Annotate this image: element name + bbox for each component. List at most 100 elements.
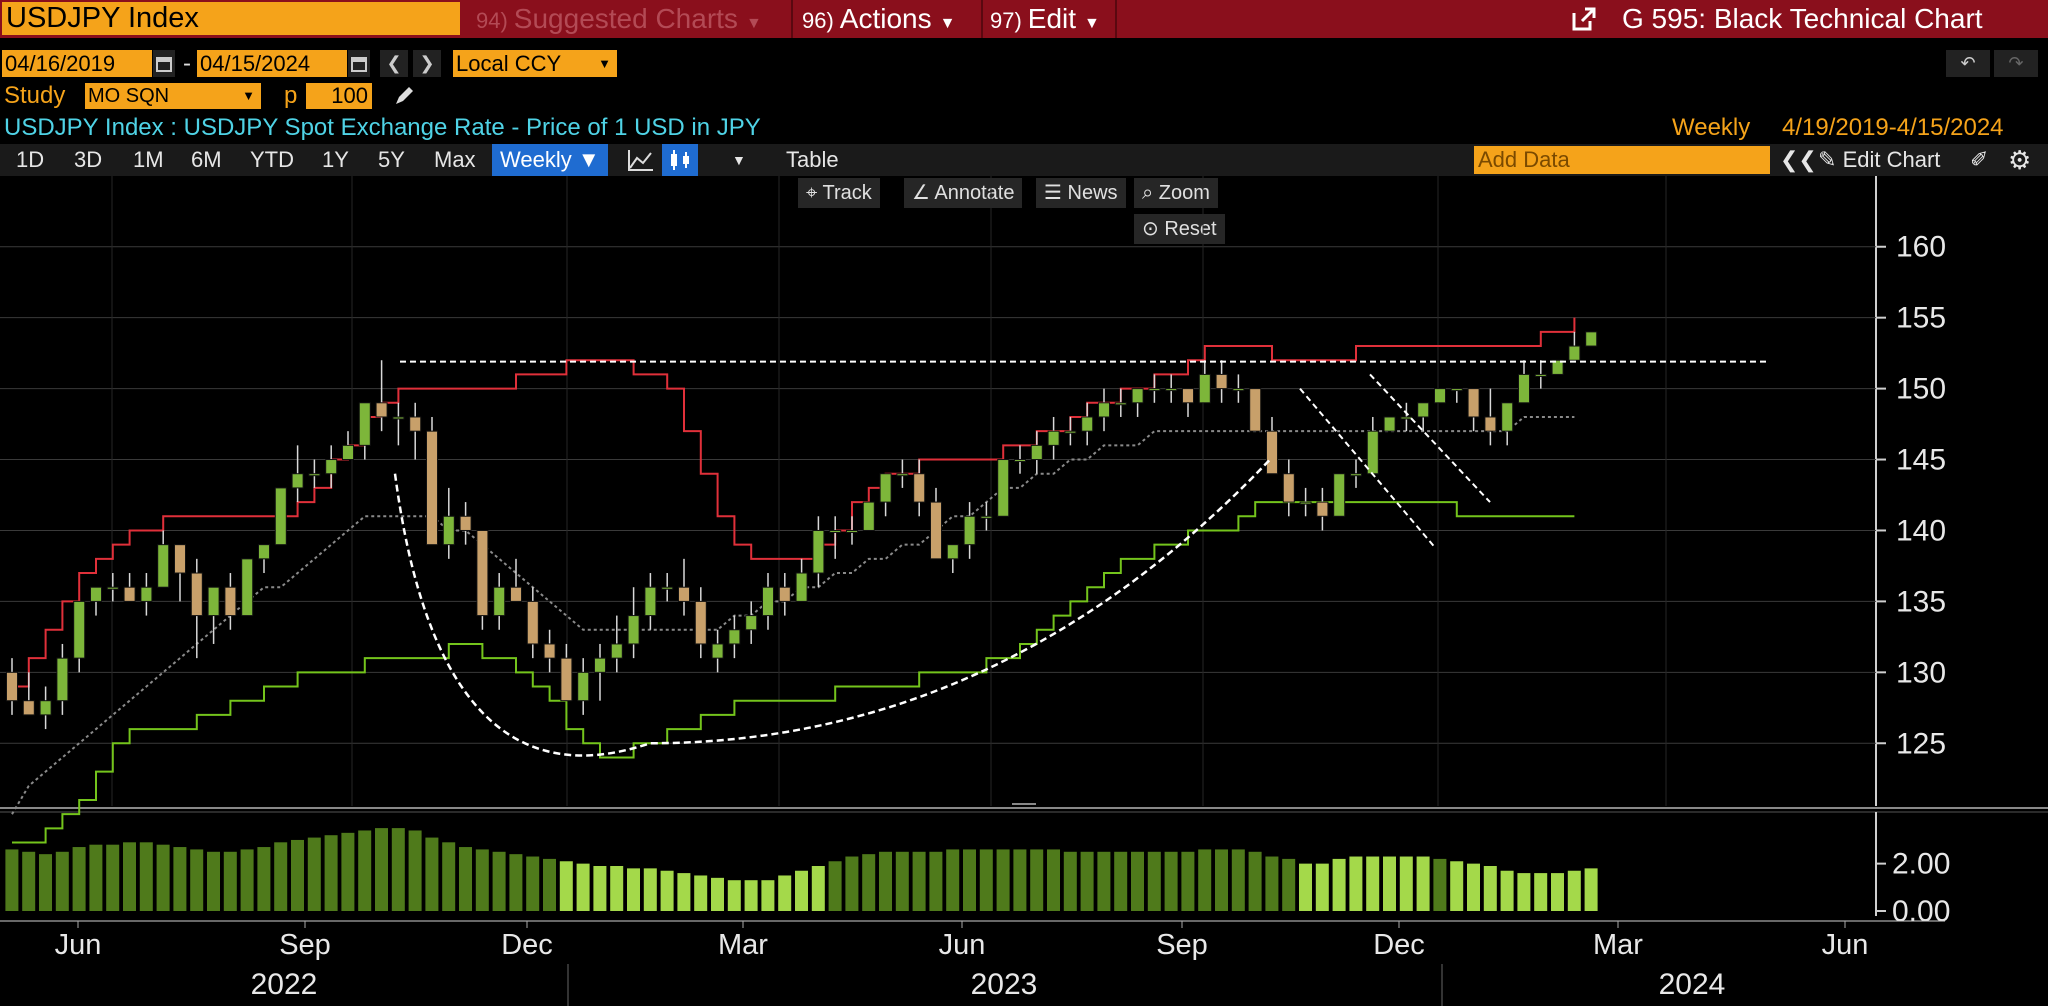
oscillator-bar [1030, 849, 1044, 911]
oscillator-bar [1164, 851, 1178, 911]
candle [1417, 402, 1430, 418]
candle [1366, 430, 1379, 475]
collapse-icon[interactable]: ❮❮ [1780, 144, 1817, 176]
undo-button[interactable]: ↶ [1946, 50, 1990, 77]
candle [694, 600, 707, 645]
oscillator-bar [761, 880, 775, 911]
gear-icon[interactable]: ⚙ [2008, 144, 2031, 176]
suggested-charts-menu[interactable]: 94) Suggested Charts ▼ [476, 0, 762, 38]
end-date-field[interactable]: 04/15/2024 [197, 50, 347, 77]
redo-button[interactable]: ↷ [1994, 50, 2038, 77]
line-chart-icon[interactable] [626, 144, 656, 176]
calendar-icon[interactable] [348, 50, 370, 77]
oscillator-bar [1567, 870, 1581, 911]
candle [1047, 430, 1060, 446]
draw-tools-icon[interactable]: ✐ [1970, 144, 1988, 176]
date-separator: - [183, 50, 191, 77]
pencil-icon[interactable] [392, 84, 416, 108]
oscillator-bar [1147, 851, 1161, 911]
candle [140, 586, 153, 602]
period-max[interactable]: Max [434, 144, 476, 176]
oscillator-bar [1198, 849, 1212, 911]
p-input[interactable]: 100 [306, 83, 372, 109]
add-data-input[interactable]: Add Data [1474, 146, 1770, 174]
period-3d[interactable]: 3D [74, 144, 102, 176]
candle [879, 473, 892, 503]
x-tick-label: Jun [939, 929, 986, 961]
oscillator-bar [1080, 851, 1094, 911]
divider [981, 0, 983, 38]
price-chart[interactable]: 125 130 135 140 145 150 155 160 0.00 2.00 Jun Sep De… [0, 176, 2048, 1006]
oscillator-bar [22, 851, 36, 911]
candle [174, 544, 186, 574]
next-period-button[interactable]: ❯ [413, 50, 441, 77]
chevron-down-icon: ▼ [939, 15, 956, 32]
oscillator-bar [307, 837, 321, 911]
candle [963, 515, 976, 546]
oscillator-bar [845, 856, 859, 911]
candle [442, 515, 455, 546]
candle [375, 402, 388, 418]
candle-chart-icon[interactable] [662, 144, 698, 176]
y-tick-label: 140 [1896, 514, 1946, 547]
period-1d[interactable]: 1D [16, 144, 44, 176]
x-tick-label: Mar [718, 929, 768, 961]
candle [846, 529, 858, 533]
oscillator-bar [744, 880, 758, 911]
candle [258, 544, 270, 560]
study-dropdown[interactable]: MO SQN ▼ [85, 83, 261, 109]
candle [1098, 402, 1110, 418]
candle [90, 586, 102, 602]
oscillator-bar [795, 870, 808, 911]
prev-period-button[interactable]: ❮ [380, 50, 408, 77]
x-tick-label: Dec [1373, 929, 1425, 961]
popout-icon[interactable] [1570, 5, 1598, 33]
edit-chart-button[interactable]: ✎ Edit Chart [1818, 144, 1940, 176]
candle [543, 643, 556, 659]
frequency-label: Weekly [1672, 114, 1751, 141]
period-1y[interactable]: 1Y [322, 144, 349, 176]
candle [1501, 402, 1514, 432]
edit-menu[interactable]: 97) Edit ▼ [990, 0, 1100, 38]
candle [493, 586, 506, 617]
period-ytd[interactable]: YTD [250, 144, 294, 176]
chevron-down-icon: ▼ [598, 56, 611, 71]
candle [1333, 473, 1346, 517]
oscillator-bar [1383, 856, 1396, 911]
candle [157, 544, 170, 588]
candle [459, 515, 472, 531]
actions-menu[interactable]: 96) Actions ▼ [802, 0, 955, 38]
oscillator-bar [391, 828, 405, 911]
oscillator-bar [879, 851, 892, 911]
candle [1467, 388, 1480, 418]
oscillator-bar [576, 863, 590, 911]
candle [1518, 373, 1530, 404]
oscillator-bar [123, 842, 136, 911]
ticker-input[interactable]: USDJPY Index [2, 2, 460, 35]
candle [526, 600, 539, 645]
oscillator-bar [257, 847, 271, 911]
oscillator-bar [190, 849, 204, 911]
oscillator-bar [1433, 858, 1447, 911]
oscillator-bar [694, 875, 708, 911]
calendar-icon[interactable] [153, 50, 175, 77]
chevron-down-icon[interactable]: ▼ [732, 144, 746, 176]
oscillator-bar [1399, 856, 1413, 911]
start-date-field[interactable]: 04/16/2019 [2, 50, 152, 77]
x-tick-label: Mar [1593, 929, 1643, 961]
candle [728, 629, 741, 645]
period-6m[interactable]: 6M [191, 144, 222, 176]
frequency-dropdown[interactable]: Weekly ▼ [492, 144, 608, 176]
oscillator-bar [1248, 851, 1262, 911]
table-button[interactable]: Table [786, 144, 839, 176]
candle [1568, 345, 1581, 361]
period-1m[interactable]: 1M [133, 144, 164, 176]
period-5y[interactable]: 5Y [378, 144, 405, 176]
currency-dropdown[interactable]: Local CCY ▼ [453, 50, 617, 77]
chevron-down-icon: ▼ [745, 15, 762, 32]
candle [241, 558, 254, 617]
candle [560, 657, 573, 702]
candle [1350, 473, 1362, 477]
wedge-line [1299, 387, 1436, 549]
oscillator-bar [1131, 851, 1144, 911]
